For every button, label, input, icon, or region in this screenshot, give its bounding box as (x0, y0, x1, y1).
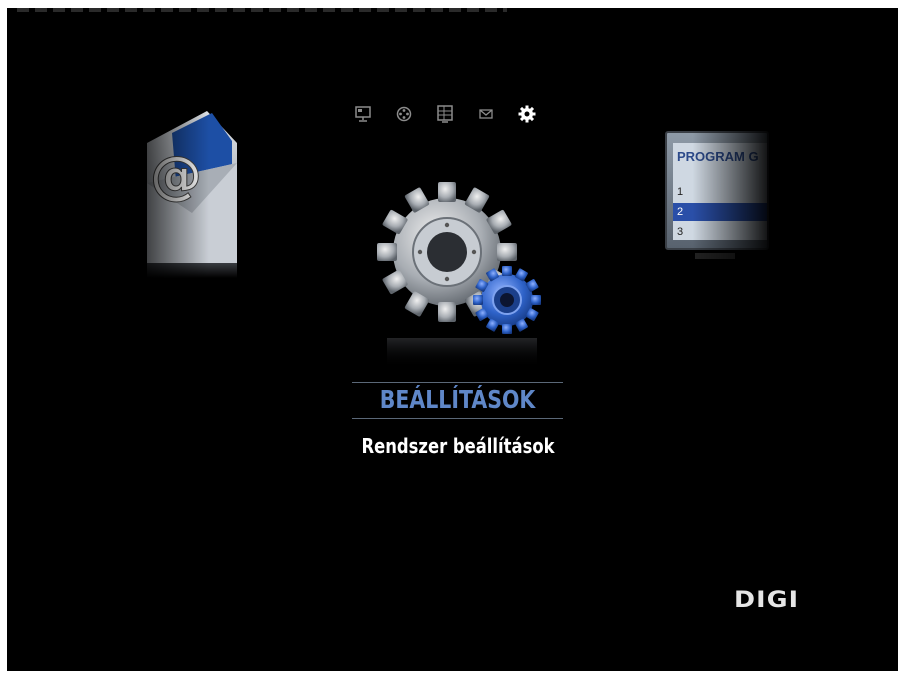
top-menu-bar (353, 104, 537, 124)
program-list-preview[interactable]: PROGRAM G 1 2 3 (665, 123, 775, 283)
title-divider-top (352, 382, 563, 383)
program-list-title: PROGRAM G (677, 149, 759, 164)
gear-icon[interactable] (517, 104, 537, 124)
at-symbol: @ (150, 146, 202, 206)
menu-title: BEÁLLÍTÁSOK (379, 385, 536, 414)
monitor-stand (695, 253, 735, 259)
program-list-panel: PROGRAM G 1 2 3 (673, 143, 767, 240)
film-reel-icon[interactable] (394, 104, 414, 124)
top-border-dashes (17, 8, 507, 12)
email-envelope-icon: @ (147, 111, 237, 278)
email-preview[interactable]: @ (132, 103, 242, 278)
tv-screen: @ PROGRAM G 1 2 3 BEÁLLÍTÁSOK Rendszer b… (7, 8, 898, 671)
menu-subtitle: Rendszer beállítások (361, 434, 555, 458)
program-guide-icon[interactable] (435, 104, 455, 124)
tv-screen-icon[interactable] (353, 104, 373, 124)
title-divider-bottom (352, 418, 563, 419)
program-row-selected: 2 (673, 203, 767, 221)
mail-icon[interactable] (476, 104, 496, 124)
program-row: 1 (677, 186, 684, 198)
program-row: 3 (677, 226, 684, 238)
program-list-icon: PROGRAM G 1 2 3 (665, 131, 769, 250)
digi-logo: DIGI (734, 588, 800, 613)
settings-gears-icon[interactable] (351, 156, 554, 374)
